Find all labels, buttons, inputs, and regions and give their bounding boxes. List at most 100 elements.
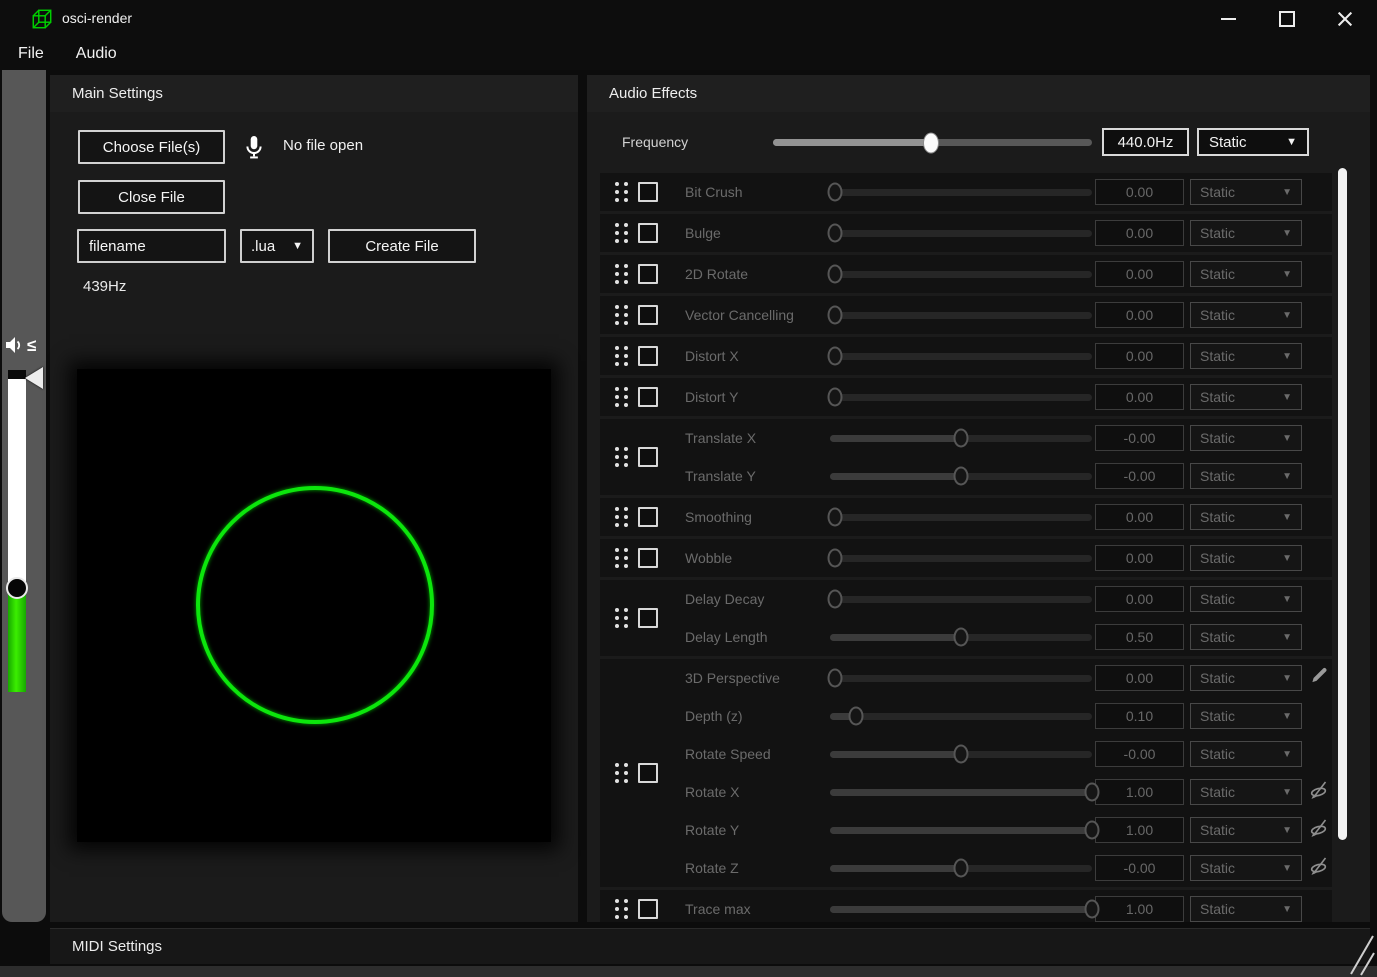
- effect-mode-dropdown[interactable]: Static ▼: [1190, 586, 1302, 612]
- effect-slider[interactable]: [830, 751, 1092, 758]
- drag-handle-icon[interactable]: [615, 507, 628, 527]
- effect-slider[interactable]: [830, 230, 1092, 237]
- effect-mode-dropdown[interactable]: Static ▼: [1190, 504, 1302, 530]
- effect-slider[interactable]: [830, 435, 1092, 442]
- effect-enable-checkbox[interactable]: [638, 548, 658, 568]
- effect-enable-checkbox[interactable]: [638, 223, 658, 243]
- slider-knob[interactable]: [954, 467, 969, 486]
- effect-mode-dropdown[interactable]: Static ▼: [1190, 665, 1302, 691]
- effect-mode-dropdown[interactable]: Static ▼: [1190, 855, 1302, 881]
- slider-knob[interactable]: [1085, 783, 1100, 802]
- effect-slider[interactable]: [830, 634, 1092, 641]
- drag-handle-icon[interactable]: [615, 447, 628, 467]
- effect-value[interactable]: 0.00: [1095, 220, 1184, 246]
- menu-file[interactable]: File: [4, 38, 58, 70]
- pencil-icon[interactable]: [1310, 667, 1328, 690]
- effect-value[interactable]: -0.00: [1095, 425, 1184, 451]
- create-file-button[interactable]: Create File: [328, 229, 476, 263]
- effect-value[interactable]: -0.00: [1095, 463, 1184, 489]
- slider-knob[interactable]: [849, 707, 864, 726]
- effect-value[interactable]: 0.00: [1095, 179, 1184, 205]
- effect-mode-dropdown[interactable]: Static ▼: [1190, 896, 1302, 922]
- effect-slider[interactable]: [830, 555, 1092, 562]
- effect-enable-checkbox[interactable]: [638, 447, 658, 467]
- effect-value[interactable]: -0.00: [1095, 855, 1184, 881]
- effect-enable-checkbox[interactable]: [638, 387, 658, 407]
- slider-knob[interactable]: [828, 590, 843, 609]
- effect-value[interactable]: 0.00: [1095, 302, 1184, 328]
- drag-handle-icon[interactable]: [615, 264, 628, 284]
- close-button[interactable]: [1322, 0, 1368, 38]
- effect-value[interactable]: 0.10: [1095, 703, 1184, 729]
- effect-enable-checkbox[interactable]: [638, 763, 658, 783]
- effect-mode-dropdown[interactable]: Static ▼: [1190, 545, 1302, 571]
- effect-mode-dropdown[interactable]: Static ▼: [1190, 261, 1302, 287]
- drag-handle-icon[interactable]: [615, 899, 628, 919]
- effect-value[interactable]: 0.00: [1095, 665, 1184, 691]
- effect-value[interactable]: 0.00: [1095, 261, 1184, 287]
- slider-knob[interactable]: [954, 859, 969, 878]
- effect-slider[interactable]: [830, 473, 1092, 480]
- rotate-axis-icon[interactable]: [1309, 818, 1329, 843]
- effect-slider[interactable]: [830, 596, 1092, 603]
- effect-value[interactable]: 1.00: [1095, 896, 1184, 922]
- effect-enable-checkbox[interactable]: [638, 899, 658, 919]
- effect-slider[interactable]: [830, 271, 1092, 278]
- effect-slider[interactable]: [830, 906, 1092, 913]
- close-file-button[interactable]: Close File: [78, 180, 225, 214]
- menu-audio[interactable]: Audio: [62, 38, 131, 70]
- effect-slider[interactable]: [830, 713, 1092, 720]
- slider-knob[interactable]: [828, 669, 843, 688]
- effect-mode-dropdown[interactable]: Static ▼: [1190, 779, 1302, 805]
- effect-slider[interactable]: [830, 789, 1092, 796]
- rotate-axis-icon[interactable]: [1309, 856, 1329, 881]
- effect-slider[interactable]: [830, 394, 1092, 401]
- slider-knob[interactable]: [828, 347, 843, 366]
- microphone-icon[interactable]: [243, 131, 265, 163]
- effect-enable-checkbox[interactable]: [638, 346, 658, 366]
- slider-knob[interactable]: [954, 628, 969, 647]
- volume-knob[interactable]: [6, 577, 28, 599]
- effect-value[interactable]: 0.00: [1095, 343, 1184, 369]
- midi-settings-bar[interactable]: MIDI Settings: [50, 928, 1370, 964]
- effect-value[interactable]: 0.50: [1095, 624, 1184, 650]
- frequency-mode-dropdown[interactable]: Static ▼: [1197, 128, 1309, 156]
- drag-handle-icon[interactable]: [615, 223, 628, 243]
- drag-handle-icon[interactable]: [615, 608, 628, 628]
- drag-handle-icon[interactable]: [615, 305, 628, 325]
- effect-slider[interactable]: [830, 312, 1092, 319]
- drag-handle-icon[interactable]: [615, 387, 628, 407]
- effect-mode-dropdown[interactable]: Static ▼: [1190, 179, 1302, 205]
- effect-slider[interactable]: [830, 675, 1092, 682]
- effect-mode-dropdown[interactable]: Static ▼: [1190, 425, 1302, 451]
- effect-value[interactable]: 1.00: [1095, 817, 1184, 843]
- effect-mode-dropdown[interactable]: Static ▼: [1190, 302, 1302, 328]
- effect-slider[interactable]: [830, 865, 1092, 872]
- effect-mode-dropdown[interactable]: Static ▼: [1190, 384, 1302, 410]
- effect-value[interactable]: 0.00: [1095, 545, 1184, 571]
- minimize-button[interactable]: [1205, 0, 1251, 38]
- effect-enable-checkbox[interactable]: [638, 305, 658, 325]
- effect-enable-checkbox[interactable]: [638, 182, 658, 202]
- drag-handle-icon[interactable]: [615, 182, 628, 202]
- effect-enable-checkbox[interactable]: [638, 608, 658, 628]
- effect-value[interactable]: 0.00: [1095, 586, 1184, 612]
- effect-slider[interactable]: [830, 189, 1092, 196]
- slider-knob[interactable]: [828, 183, 843, 202]
- effect-mode-dropdown[interactable]: Static ▼: [1190, 817, 1302, 843]
- effect-mode-dropdown[interactable]: Static ▼: [1190, 703, 1302, 729]
- effect-slider[interactable]: [830, 827, 1092, 834]
- slider-knob[interactable]: [828, 388, 843, 407]
- frequency-knob[interactable]: [923, 132, 939, 153]
- effect-value[interactable]: 0.00: [1095, 384, 1184, 410]
- slider-knob[interactable]: [828, 508, 843, 527]
- slider-knob[interactable]: [828, 224, 843, 243]
- effect-mode-dropdown[interactable]: Static ▼: [1190, 624, 1302, 650]
- effect-mode-dropdown[interactable]: Static ▼: [1190, 343, 1302, 369]
- slider-knob[interactable]: [1085, 900, 1100, 919]
- slider-knob[interactable]: [954, 429, 969, 448]
- slider-knob[interactable]: [828, 265, 843, 284]
- drag-handle-icon[interactable]: [615, 763, 628, 783]
- effect-mode-dropdown[interactable]: Static ▼: [1190, 463, 1302, 489]
- rotate-axis-icon[interactable]: [1309, 780, 1329, 805]
